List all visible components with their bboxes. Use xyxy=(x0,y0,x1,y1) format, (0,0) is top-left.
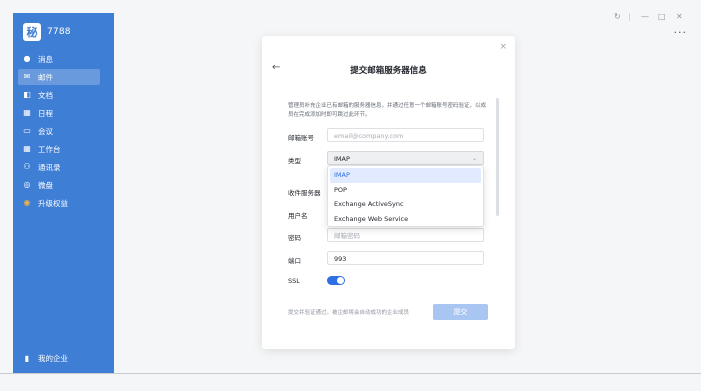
my-enterprise-button[interactable]: ▮ 我的企业 xyxy=(22,353,68,364)
close-window-icon[interactable]: ✕ xyxy=(676,12,683,21)
document-icon: ◧ xyxy=(23,90,31,99)
sidebar-item-workspace[interactable]: ▦ 工作台 xyxy=(13,141,114,157)
ssl-toggle[interactable] xyxy=(327,276,345,285)
refresh-icon[interactable]: ↻ xyxy=(614,12,621,21)
email-field[interactable]: email@company.com xyxy=(327,128,484,142)
ssl-label: SSL xyxy=(288,277,300,285)
type-label: 类型 xyxy=(288,157,301,165)
sidebar: 秘 7788 ● 消息 ✉ 邮件 ◧ 文档 ▦ 日程 ▭ 会议 ▦ 工作台 ⚇ xyxy=(13,13,114,373)
dropdown-option-pop[interactable]: POP xyxy=(328,183,483,198)
contacts-icon: ⚇ xyxy=(23,162,31,171)
sidebar-item-label: 工作台 xyxy=(38,144,61,154)
submit-button[interactable]: 提交 xyxy=(433,304,488,320)
dropdown-option-exchange-activesync[interactable]: Exchange ActiveSync xyxy=(328,197,483,212)
sidebar-item-messages[interactable]: ● 消息 xyxy=(13,51,114,67)
port-field[interactable]: 993 xyxy=(327,251,484,265)
window-bottom-border xyxy=(0,373,701,374)
org-avatar: 秘 xyxy=(23,23,41,41)
dropdown-option-imap[interactable]: IMAP xyxy=(330,168,481,183)
submit-note: 提交并验证通过，被企邮将会自动成功的企业成员 xyxy=(288,310,410,316)
sidebar-nav: ● 消息 ✉ 邮件 ◧ 文档 ▦ 日程 ▭ 会议 ▦ 工作台 ⚇ 通讯录 ◎ 微 xyxy=(13,49,114,213)
mail-icon: ✉ xyxy=(23,72,31,81)
sidebar-item-mail[interactable]: ✉ 邮件 xyxy=(18,69,100,85)
minimize-icon[interactable]: — xyxy=(641,12,649,21)
sidebar-item-label: 消息 xyxy=(38,54,53,64)
dialog-close-icon[interactable]: × xyxy=(499,42,507,52)
video-icon: ▭ xyxy=(23,126,31,135)
chat-icon: ● xyxy=(23,54,31,63)
sidebar-item-label: 日程 xyxy=(38,108,53,118)
dialog-scrollbar[interactable] xyxy=(496,98,499,216)
sidebar-item-calendar[interactable]: ▦ 日程 xyxy=(13,105,114,121)
calendar-icon: ▦ xyxy=(23,108,31,117)
org-header[interactable]: 秘 7788 xyxy=(23,23,71,41)
dialog-title: 提交邮箱服务器信息 xyxy=(350,66,427,76)
chevron-down-icon: ⌄ xyxy=(471,155,477,162)
dropdown-option-exchange-web-service[interactable]: Exchange Web Service xyxy=(328,212,483,227)
sidebar-item-drive[interactable]: ◎ 微盘 xyxy=(13,177,114,193)
username-label: 用户名 xyxy=(288,212,308,220)
sidebar-item-contacts[interactable]: ⚇ 通讯录 xyxy=(13,159,114,175)
sidebar-item-label: 文档 xyxy=(38,90,53,100)
org-name: 7788 xyxy=(47,27,71,37)
email-label: 邮箱账号 xyxy=(288,134,314,142)
type-select-value: IMAP xyxy=(334,155,350,163)
dialog-description: 管理员补充企业已有邮箱的服务器信息，并通过任意一个邮箱账号密码验证，以成员在完成… xyxy=(288,103,487,118)
building-icon: ▮ xyxy=(24,353,30,363)
sidebar-item-label: 邮件 xyxy=(38,72,53,82)
sidebar-item-label: 升级权益 xyxy=(38,198,68,208)
maximize-icon[interactable]: □ xyxy=(658,12,666,21)
sidebar-item-label: 会议 xyxy=(38,126,53,136)
upgrade-icon: ◉ xyxy=(23,198,31,207)
sidebar-item-meeting[interactable]: ▭ 会议 xyxy=(13,123,114,139)
type-select[interactable]: IMAP ⌄ xyxy=(327,151,484,165)
password-field[interactable]: 邮箱密码 xyxy=(327,228,484,242)
type-dropdown-menu: IMAP POP Exchange ActiveSync Exchange We… xyxy=(327,165,484,227)
sidebar-item-label: 微盘 xyxy=(38,180,53,190)
toggle-knob xyxy=(337,277,344,284)
workspace-icon: ▦ xyxy=(23,144,31,153)
sidebar-item-upgrade[interactable]: ◉ 升级权益 xyxy=(13,195,114,211)
port-label: 端口 xyxy=(288,257,301,265)
drive-icon: ◎ xyxy=(23,180,31,189)
password-label: 密码 xyxy=(288,234,301,242)
incoming-server-label: 收件服务器 xyxy=(288,189,321,197)
more-icon[interactable]: ··· xyxy=(674,26,688,39)
my-enterprise-label: 我的企业 xyxy=(38,354,68,363)
sidebar-item-docs[interactable]: ◧ 文档 xyxy=(13,87,114,103)
sidebar-item-label: 通讯录 xyxy=(38,162,61,172)
